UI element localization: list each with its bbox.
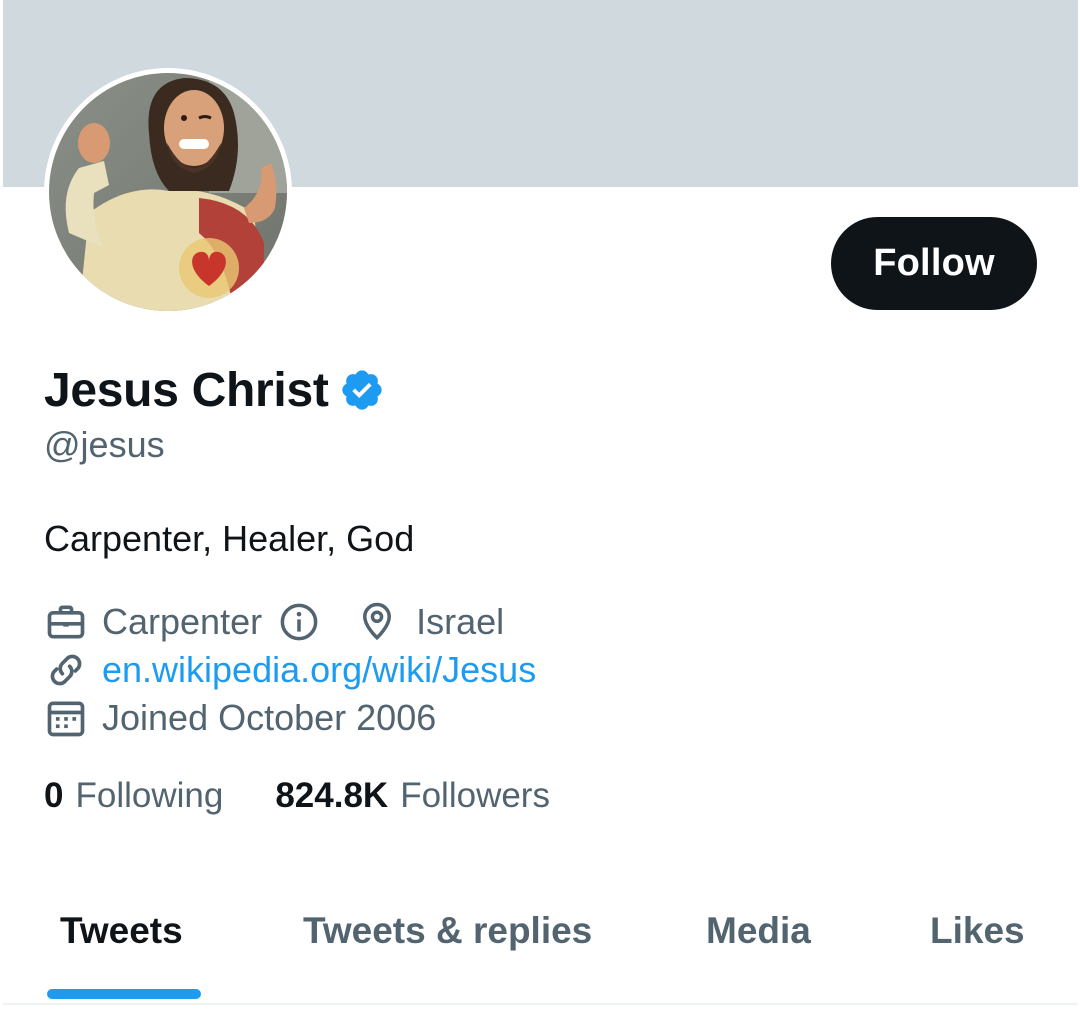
- bio: Carpenter, Healer, God: [44, 518, 415, 559]
- link-icon: [50, 654, 82, 686]
- following-label: Following: [75, 776, 224, 815]
- location-pin-icon: [363, 602, 392, 641]
- followers-stat[interactable]: 824.8K Followers: [275, 776, 550, 816]
- following-count: 0: [44, 776, 64, 815]
- follow-button[interactable]: Follow: [831, 217, 1037, 310]
- tab-tweets-replies[interactable]: Tweets & replies: [303, 910, 592, 952]
- profile-tabs: Tweets Tweets & replies Media Likes: [3, 870, 1078, 1005]
- briefcase-icon: [47, 605, 85, 639]
- followers-label: Followers: [400, 776, 550, 815]
- profession-location-row: Carpenter Israel: [44, 598, 504, 646]
- location-text: Israel: [416, 601, 505, 642]
- calendar-icon: [47, 701, 85, 737]
- tab-likes[interactable]: Likes: [930, 910, 1025, 952]
- tab-tweets[interactable]: Tweets: [60, 910, 183, 952]
- profession-text: Carpenter: [102, 601, 263, 642]
- info-icon[interactable]: [278, 601, 320, 643]
- display-name: Jesus Christ: [44, 363, 329, 417]
- website-link[interactable]: en.wikipedia.org/wiki/Jesus: [102, 649, 536, 691]
- website-row: en.wikipedia.org/wiki/Jesus: [44, 646, 536, 694]
- name-row: Jesus Christ: [44, 360, 385, 420]
- avatar-image: [49, 73, 287, 311]
- followers-count: 824.8K: [275, 776, 389, 815]
- follow-stats: 0 Following 824.8K Followers: [44, 776, 550, 816]
- verified-badge-icon[interactable]: [339, 367, 385, 413]
- user-handle: @jesus: [44, 424, 165, 465]
- active-tab-indicator: [47, 989, 201, 999]
- joined-text: Joined October 2006: [102, 697, 437, 738]
- tab-media[interactable]: Media: [706, 910, 811, 952]
- joined-row: Joined October 2006: [44, 694, 436, 742]
- following-stat[interactable]: 0 Following: [44, 776, 223, 816]
- avatar[interactable]: [44, 68, 292, 316]
